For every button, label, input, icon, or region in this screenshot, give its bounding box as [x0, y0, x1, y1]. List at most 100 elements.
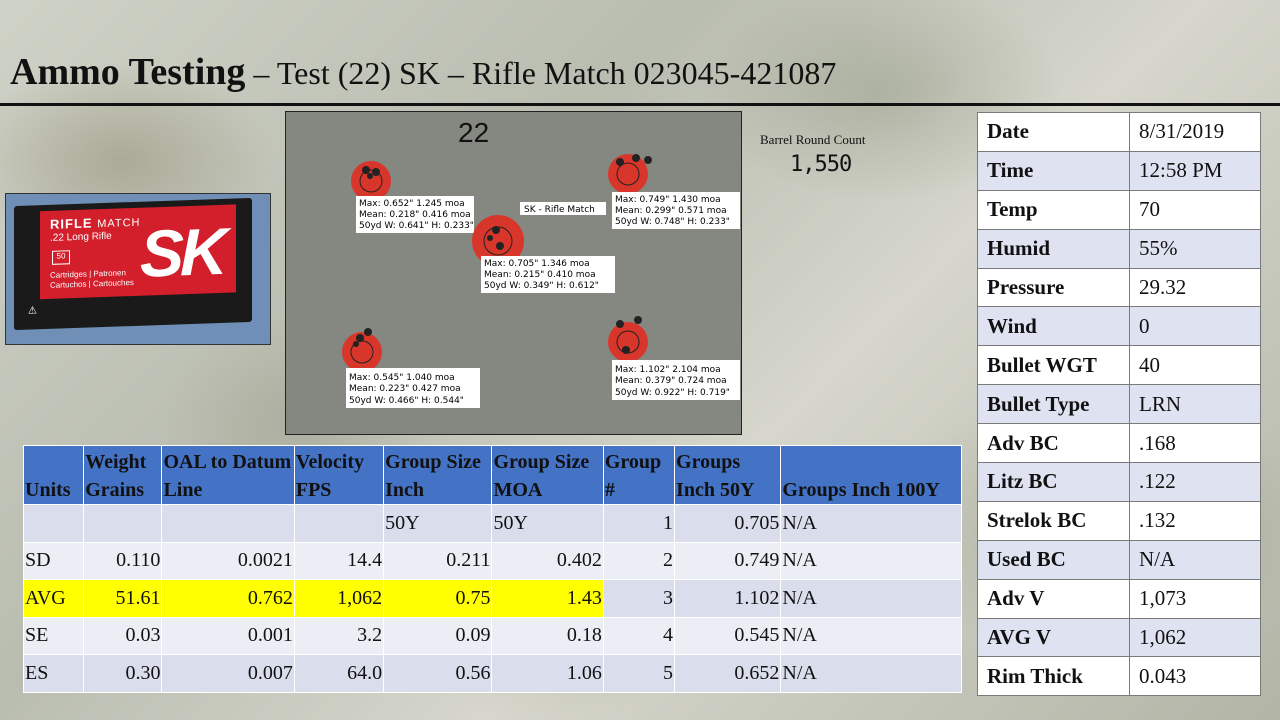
table-cell: 0.30 [83, 654, 163, 693]
conditions-row: Strelok BC .132 [977, 500, 1261, 541]
table-row: SD 0.110 0.0021 14.4 0.211 0.402 2 0.749… [22, 541, 962, 580]
ammo-brand-line: RIFLE [50, 215, 93, 232]
table-cell: 0.007 [161, 654, 295, 693]
conditions-row: Used BC N/A [977, 539, 1261, 580]
table-cell: 0.09 [383, 616, 493, 655]
column-header: Velocity FPS [293, 445, 385, 505]
column-header: Group Size Inch [383, 445, 493, 505]
condition-key: Humid [977, 228, 1130, 269]
group-4-line-2: Mean: 0.223" 0.427 moa [349, 384, 461, 394]
condition-key: Adv V [977, 578, 1130, 619]
conditions-row: Rim Thick 0.043 [977, 656, 1261, 697]
condition-value: 29.32 [1129, 267, 1261, 308]
column-header: Groups Inch 50Y [674, 445, 782, 505]
conditions-row: AVG V 1,062 [977, 617, 1261, 658]
ammo-caliber: .22 Long Rifle [50, 230, 112, 244]
condition-key: Adv BC [977, 423, 1130, 464]
table-cell [22, 504, 85, 543]
conditions-row: Pressure 29.32 [977, 267, 1261, 308]
condition-key: Pressure [977, 267, 1130, 308]
condition-key: Temp [977, 189, 1130, 230]
table-cell: 50Y [491, 504, 604, 543]
ammo-box-body: RIFLE MATCH .22 Long Rifle 50 Cartridges… [14, 197, 252, 331]
table-cell: 3 [602, 579, 676, 618]
ammo-box-photo: RIFLE MATCH .22 Long Rifle 50 Cartridges… [5, 193, 271, 345]
group-2-line-1: Max: 0.749" 1.430 moa [615, 195, 721, 205]
table-row-avg: AVG 51.61 0.762 1,062 0.75 1.43 3 1.102 … [22, 579, 962, 618]
table-cell: N/A [780, 616, 962, 655]
conditions-row: Date 8/31/2019 [977, 112, 1261, 152]
table-cell: 0.705 [674, 504, 782, 543]
table-cell: N/A [780, 579, 962, 618]
table-cell: 0.110 [83, 541, 163, 580]
group-5-line-2: Mean: 0.379" 0.724 moa [615, 376, 727, 386]
table-cell [161, 504, 295, 543]
table-cell: 0.749 [674, 541, 782, 580]
conditions-row: Time 12:58 PM [977, 150, 1261, 191]
table-cell: ES [22, 654, 85, 693]
title-main: Ammo Testing [10, 51, 246, 93]
condition-value: 55% [1129, 228, 1261, 269]
conditions-row: Temp 70 [977, 189, 1261, 230]
conditions-row: Adv BC .168 [977, 423, 1261, 464]
ammo-brand-line2: MATCH [97, 216, 141, 231]
table-cell: SD [22, 541, 85, 580]
stats-header-row: Units Weight Grains OAL to Datum Line Ve… [22, 445, 962, 505]
table-cell: AVG [22, 579, 85, 618]
condition-value: 12:58 PM [1129, 150, 1261, 191]
stats-table: Units Weight Grains OAL to Datum Line Ve… [22, 445, 962, 693]
group-3-line-1: Max: 0.705" 1.346 moa [484, 259, 590, 269]
condition-key: Wind [977, 306, 1130, 347]
table-row: SE 0.03 0.001 3.2 0.09 0.18 4 0.545 N/A [22, 616, 962, 655]
conditions-row: Humid 55% [977, 228, 1261, 269]
condition-key: Litz BC [977, 462, 1130, 502]
group-3-line-3: 50yd W: 0.349" H: 0.612" [484, 281, 599, 291]
table-cell: 0.03 [83, 616, 163, 655]
warning-icon: ⚠ [28, 305, 37, 317]
table-cell: N/A [780, 654, 962, 693]
group-1-line-1: Max: 0.652" 1.245 moa [359, 199, 465, 209]
conditions-table: Date 8/31/2019 Time 12:58 PM Temp 70 Humid 5… [977, 112, 1261, 697]
table-row: 50Y 50Y 1 0.705 N/A [22, 504, 962, 543]
group-2-line-3: 50yd W: 0.748" H: 0.233" [615, 217, 730, 227]
table-row: ES 0.30 0.007 64.0 0.56 1.06 5 0.652 N/A [22, 654, 962, 693]
column-header: Groups Inch 100Y [780, 445, 962, 505]
ammo-box-label: RIFLE MATCH .22 Long Rifle 50 Cartridges… [40, 204, 236, 300]
sk-logo: SK [140, 213, 224, 291]
table-cell: 3.2 [293, 616, 385, 655]
target-photo: 22 Max: 0.652" 1.245 moa Mean: 0.218" 0.… [285, 111, 742, 435]
condition-key: Used BC [977, 539, 1130, 580]
ammo-cartridges-line-2: Cartuchos | Cartouches [50, 277, 134, 290]
page-title: Ammo Testing – Test (22) SK – Rifle Matc… [10, 50, 836, 98]
conditions-row: Adv V 1,073 [977, 578, 1261, 619]
group-5-line-3: 50yd W: 0.922" H: 0.719" [615, 388, 730, 398]
table-cell: N/A [780, 504, 962, 543]
column-header: Group # [602, 445, 676, 505]
table-cell: 1 [602, 504, 676, 543]
table-cell: N/A [780, 541, 962, 580]
conditions-row: Bullet Type LRN [977, 384, 1261, 425]
center-label: SK - Rifle Match [524, 205, 595, 215]
table-cell: 50Y [383, 504, 493, 543]
table-cell: 0.56 [383, 654, 493, 693]
table-cell: 64.0 [293, 654, 385, 693]
condition-value: 0 [1129, 306, 1261, 347]
condition-key: Strelok BC [977, 500, 1130, 541]
table-cell: 0.545 [674, 616, 782, 655]
table-cell: 0.211 [383, 541, 493, 580]
table-cell: 0.75 [383, 579, 493, 618]
group-3-line-2: Mean: 0.215" 0.410 moa [484, 270, 596, 280]
table-cell [83, 504, 163, 543]
condition-value: .132 [1129, 500, 1261, 541]
condition-value: LRN [1129, 384, 1261, 425]
column-header: Weight Grains [83, 445, 163, 505]
table-cell: 0.762 [161, 579, 295, 618]
condition-value: .168 [1129, 423, 1261, 464]
group-2-line-2: Mean: 0.299" 0.571 moa [615, 206, 727, 216]
conditions-row: Litz BC .122 [977, 462, 1261, 502]
column-header: Units [22, 445, 85, 505]
condition-key: Bullet Type [977, 384, 1130, 425]
condition-key: AVG V [977, 617, 1130, 658]
table-cell: 2 [602, 541, 676, 580]
condition-value: 1,062 [1129, 617, 1261, 658]
